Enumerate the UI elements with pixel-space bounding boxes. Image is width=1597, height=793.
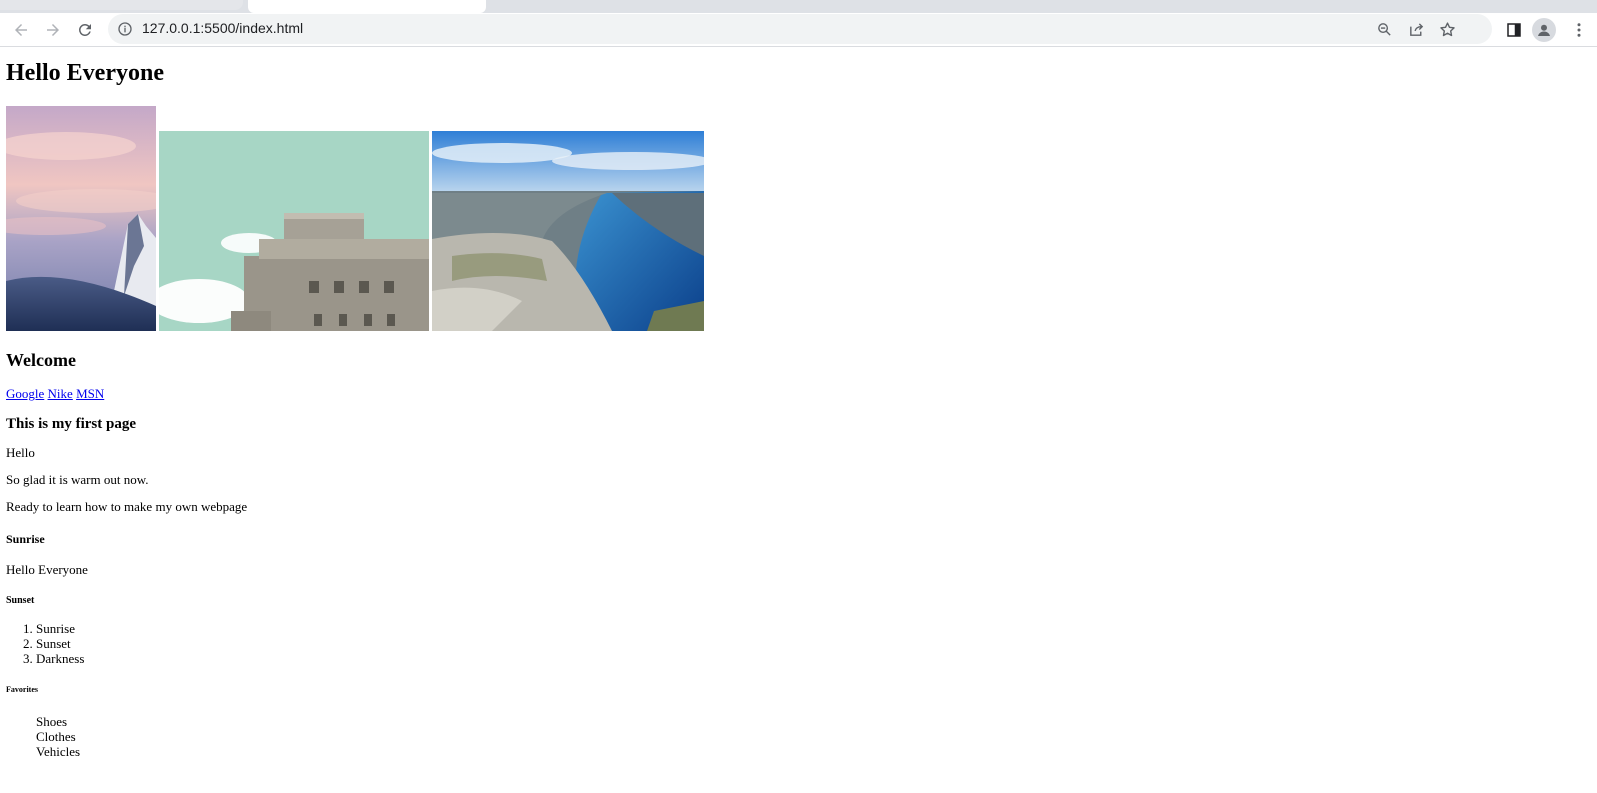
nike-link[interactable]: Nike xyxy=(48,386,73,401)
list-item: Vehicles xyxy=(36,744,81,759)
favorites-heading: Favorites xyxy=(6,685,38,694)
active-tab[interactable] xyxy=(248,0,486,13)
first-page-heading: This is my first page xyxy=(6,416,137,432)
fjord-cliff-photo xyxy=(432,131,704,331)
menu-button[interactable] xyxy=(1565,16,1593,44)
msn-link[interactable]: MSN xyxy=(76,386,104,401)
list-item: Sunrise xyxy=(36,621,84,636)
forward-icon xyxy=(47,24,59,36)
back-icon xyxy=(15,24,27,36)
site-info-button[interactable] xyxy=(116,20,134,38)
url-text[interactable]: 127.0.0.1:5500/index.html xyxy=(142,20,303,36)
image-gallery xyxy=(6,106,704,331)
back-button[interactable] xyxy=(7,16,35,44)
browser-toolbar: 127.0.0.1:5500/index.html xyxy=(0,13,1597,47)
paragraph-hello-everyone: Hello Everyone xyxy=(6,562,88,577)
paragraph-hello: Hello xyxy=(6,445,35,460)
side-panel-button[interactable] xyxy=(1500,16,1528,44)
profile-icon xyxy=(1538,24,1550,36)
paragraph-ready: Ready to learn how to make my own webpag… xyxy=(6,499,248,514)
list-item: Clothes xyxy=(36,729,76,744)
star-icon xyxy=(1439,21,1455,36)
sunrise-heading: Sunrise xyxy=(6,532,45,546)
reload-button[interactable] xyxy=(71,16,99,44)
mountain-sunset-photo xyxy=(6,106,156,331)
side-panel-icon xyxy=(1507,23,1521,37)
concrete-bunker-photo xyxy=(159,131,429,331)
zoom-button[interactable] xyxy=(1371,17,1397,41)
google-link[interactable]: Google xyxy=(6,386,44,401)
list-item: Darkness xyxy=(36,651,84,666)
list-item: Sunset xyxy=(36,636,84,651)
zoom-out-icon xyxy=(1377,22,1391,36)
share-icon xyxy=(1409,22,1423,36)
paragraph-warm: So glad it is warm out now. xyxy=(6,472,149,487)
profile-button[interactable] xyxy=(1532,18,1556,42)
reload-icon xyxy=(78,23,91,36)
welcome-heading: Welcome xyxy=(6,350,76,370)
ordered-list: Sunrise Sunset Darkness xyxy=(36,621,84,666)
share-button[interactable] xyxy=(1403,17,1429,41)
favorites-list: Shoes Clothes Vehicles xyxy=(36,714,80,759)
address-bar[interactable]: 127.0.0.1:5500/index.html xyxy=(108,14,1492,44)
tab-strip xyxy=(0,0,1597,13)
menu-icon xyxy=(1577,23,1581,37)
background-tab[interactable] xyxy=(0,0,243,10)
info-icon xyxy=(118,22,132,36)
forward-button[interactable] xyxy=(39,16,67,44)
page-title: Hello Everyone xyxy=(6,60,164,86)
list-item: Shoes xyxy=(36,714,68,729)
sunset-heading: Sunset xyxy=(6,595,35,606)
link-list: Google Nike MSN xyxy=(6,386,104,402)
bookmark-button[interactable] xyxy=(1434,17,1460,41)
